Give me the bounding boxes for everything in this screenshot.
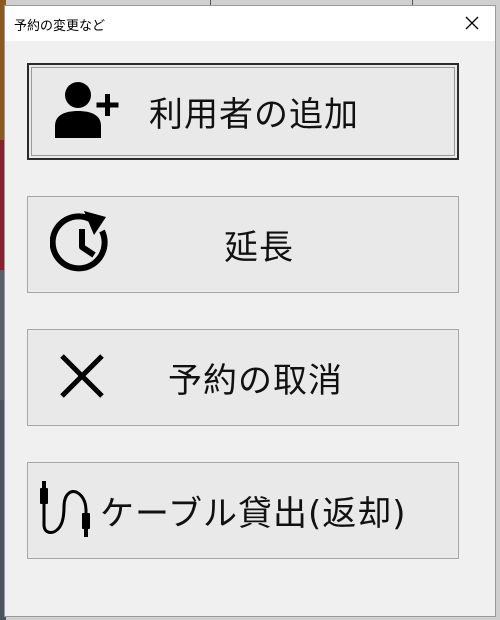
close-button[interactable]: [457, 9, 487, 37]
cable-lending-button[interactable]: ケーブル貸出(返却): [27, 462, 459, 559]
cancel-reservation-button[interactable]: 予約の取消: [27, 329, 459, 426]
cable-lending-label: ケーブル貸出(返却): [100, 494, 407, 534]
user-plus-icon: [53, 80, 125, 144]
x-icon: [58, 352, 106, 404]
close-icon: [465, 16, 479, 30]
extend-label: 延長: [224, 228, 294, 268]
window-title: 予約の変更など: [14, 19, 106, 34]
clock-history-icon: [49, 210, 114, 279]
add-user-label: 利用者の追加: [149, 95, 359, 135]
title-bar: 予約の変更など: [5, 6, 495, 41]
dialog-window: 予約の変更など 利用者の追加 延長 予約の取消 ケーブル貸出(返却): [4, 5, 496, 617]
extend-button[interactable]: 延長: [27, 196, 459, 293]
usb-cable-icon: [36, 479, 98, 543]
add-user-button[interactable]: 利用者の追加: [27, 63, 459, 160]
cancel-reservation-label: 予約の取消: [168, 361, 343, 401]
